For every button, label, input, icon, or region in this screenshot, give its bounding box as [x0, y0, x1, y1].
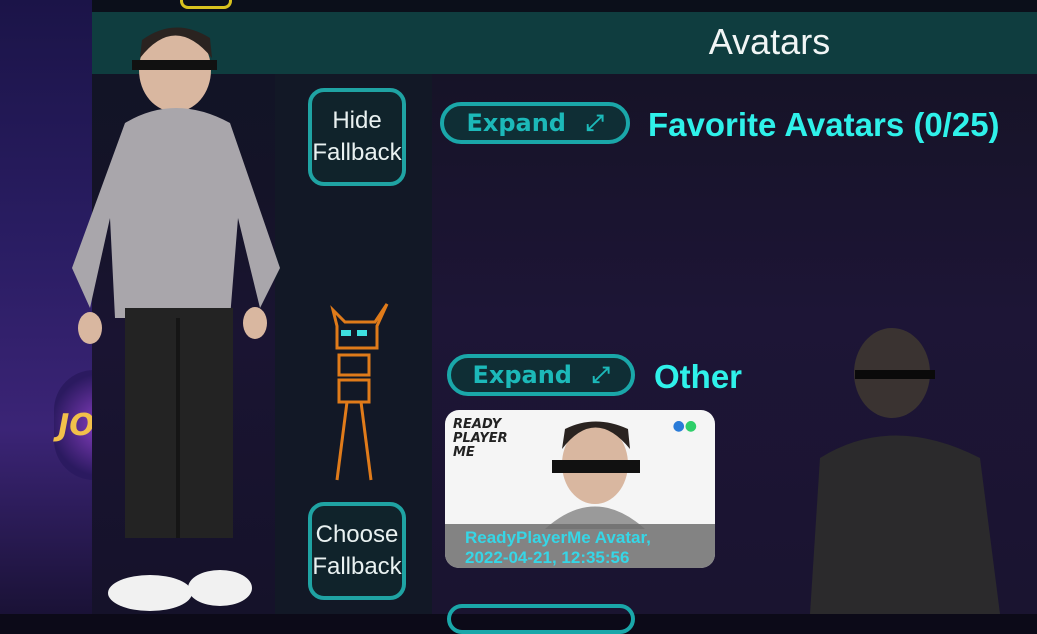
- expand-label: Expand: [466, 109, 566, 137]
- expand-arrows-icon: ⤢: [591, 362, 610, 388]
- hide-fallback-button[interactable]: Hide Fallback: [308, 88, 406, 186]
- preview-avatar-shadow: [810, 328, 1000, 614]
- expand-arrows-icon: ⤢: [585, 110, 604, 136]
- top-strip: [92, 0, 1037, 12]
- choose-fallback-button[interactable]: Choose Fallback: [308, 502, 406, 600]
- readyplayerme-logo: READY PLAYER ME: [453, 417, 508, 460]
- avatar-card-caption: ReadyPlayerMe Avatar, 2022-04-21, 12:35:…: [445, 524, 715, 568]
- avatar-name: ReadyPlayerMe Avatar,: [465, 528, 651, 547]
- favorite-avatars-title: Favorite Avatars (0/25): [648, 106, 1000, 143]
- other-section-title: Other: [654, 358, 743, 395]
- player-avatar-figure: [72, 27, 280, 611]
- avatar-card[interactable]: READY PLAYER ME ●● ReadyPlayerMe Avatar,…: [445, 410, 715, 568]
- expand-label: Expand: [472, 361, 572, 389]
- expand-other-button[interactable]: Expand ⤢: [447, 354, 635, 396]
- next-section-expand-button[interactable]: [447, 604, 635, 634]
- avatar-thumbnail: [545, 421, 645, 529]
- brand-dots-icon: ●●: [672, 418, 697, 434]
- fallback-robot-figure: [330, 303, 389, 481]
- avatar-timestamp: 2022-04-21, 12:35:56: [465, 548, 630, 567]
- top-partial-button[interactable]: [180, 0, 232, 9]
- expand-favorites-button[interactable]: Expand ⤢: [440, 102, 630, 144]
